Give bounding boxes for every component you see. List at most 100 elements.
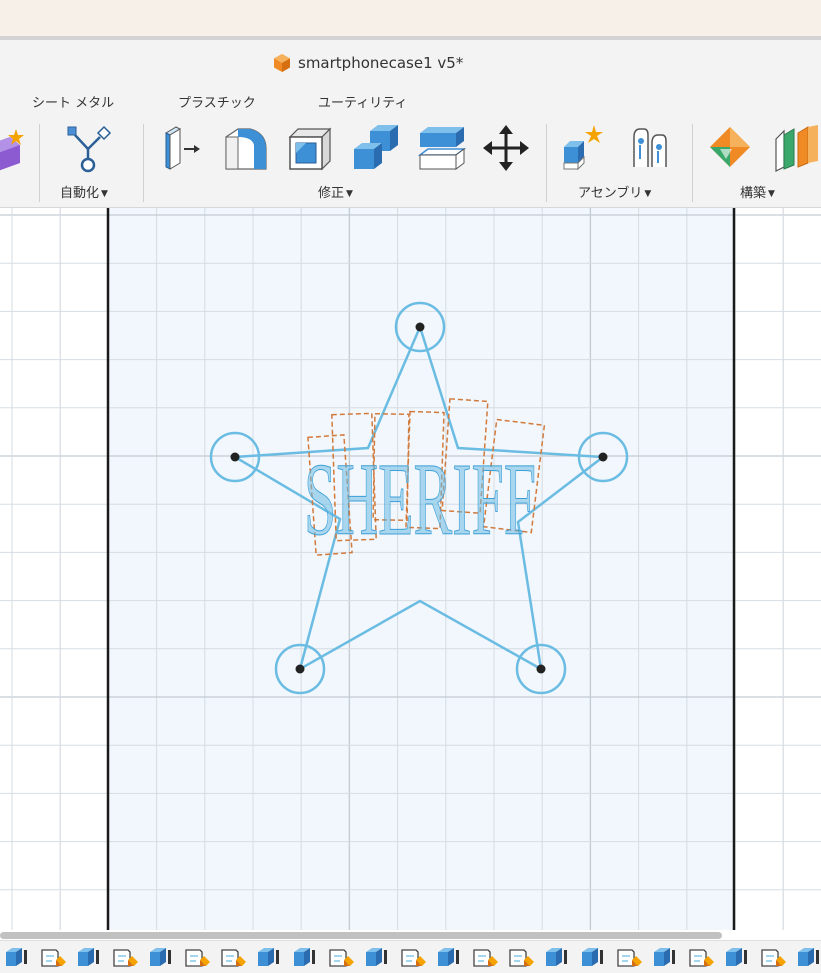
move-copy-icon: [483, 125, 529, 171]
shell-tool-button[interactable]: [286, 122, 334, 174]
extrude-feature-icon: [438, 948, 459, 966]
press-pull-icon: [164, 126, 200, 170]
timeline-sketch-feature[interactable]: [110, 944, 142, 970]
offset-face-tool-button[interactable]: [418, 122, 466, 174]
group-assemble[interactable]: アセンブリ ▼: [578, 182, 651, 201]
chevron-down-icon: ▼: [644, 188, 652, 199]
timeline-sketch-feature[interactable]: [182, 944, 214, 970]
scrollbar-thumb[interactable]: [0, 932, 722, 939]
timeline-body-feature[interactable]: [2, 944, 34, 970]
tab-plastic[interactable]: プラスチック: [178, 92, 256, 111]
fillet-tool-button[interactable]: [222, 122, 270, 174]
timeline-body-feature[interactable]: [794, 944, 821, 970]
extrude-feature-icon: [582, 948, 603, 966]
timeline-body-feature[interactable]: [542, 944, 574, 970]
sketch-point[interactable]: [598, 452, 608, 462]
sketch-feature-icon: [185, 949, 210, 967]
offset-face-icon: [418, 127, 466, 170]
extrude-feature-icon: [258, 948, 279, 966]
sketch-point[interactable]: [230, 452, 240, 462]
timeline-sketch-feature[interactable]: [506, 944, 538, 970]
extrude-feature-icon: [150, 948, 171, 966]
midplane-tool-button[interactable]: [772, 122, 820, 174]
extrude-feature-icon: [78, 948, 99, 966]
group-construct[interactable]: 構築 ▼: [740, 182, 775, 201]
timeline-body-feature[interactable]: [722, 944, 754, 970]
timeline-body-feature[interactable]: [74, 944, 106, 970]
sketch-feature-icon: [689, 949, 714, 967]
press-pull-tool-button[interactable]: [156, 122, 204, 174]
group-modify-label: 修正: [318, 186, 345, 201]
design-canvas[interactable]: SHERIFF: [0, 208, 821, 930]
sketch-feature-icon: [329, 949, 354, 967]
top-strip: [0, 0, 821, 36]
sketch-feature-icon: [509, 949, 534, 967]
sketch-feature-icon: [761, 949, 786, 967]
extrude-feature-icon: [726, 948, 747, 966]
tab-utility[interactable]: ユーティリティ: [318, 92, 407, 111]
sketch-point[interactable]: [415, 322, 425, 332]
extrude-feature-icon: [654, 948, 675, 966]
extrude-feature-icon: [6, 948, 27, 966]
timeline-body-feature[interactable]: [254, 944, 286, 970]
sketch-feature-icon: [473, 949, 498, 967]
combine-icon: [354, 125, 398, 169]
timeline-sketch-feature[interactable]: [38, 944, 70, 970]
ribbon-separator: [546, 124, 547, 202]
ribbon-separator: [39, 124, 40, 202]
new-component-tool-button[interactable]: [0, 122, 28, 174]
sketch-feature-icon: [221, 949, 246, 967]
group-automate[interactable]: 自動化 ▼: [60, 182, 108, 201]
sketch-feature-icon: [41, 949, 66, 967]
timeline-sketch-feature[interactable]: [218, 944, 250, 970]
chevron-down-icon: ▼: [346, 188, 353, 199]
tab-sheet-metal[interactable]: シート メタル: [32, 92, 114, 111]
chevron-down-icon: ▼: [101, 188, 108, 199]
extrude-feature-icon: [294, 948, 315, 966]
timeline-body-feature[interactable]: [650, 944, 682, 970]
profile-region[interactable]: [108, 208, 734, 930]
sketch-feature-icon: [617, 949, 642, 967]
move-copy-tool-button[interactable]: [482, 122, 530, 174]
joint-tool-button[interactable]: [626, 122, 674, 174]
sketch-feature-icon: [113, 949, 138, 967]
timeline-body-feature[interactable]: [290, 944, 322, 970]
timeline-body-feature[interactable]: [362, 944, 394, 970]
ribbon-separator: [692, 124, 693, 202]
offset-plane-tool-button[interactable]: [706, 122, 754, 174]
extrude-feature-icon: [366, 948, 387, 966]
new-component-assembly-icon: [563, 125, 603, 171]
title-bar: smartphonecase1 v5*: [0, 40, 821, 86]
sketch-feature-icon: [401, 949, 426, 967]
offset-plane-icon: [710, 127, 750, 167]
assembly-new-component-tool-button[interactable]: [560, 122, 608, 174]
automate-tool-button[interactable]: [66, 122, 114, 174]
timeline-sketch-feature[interactable]: [758, 944, 790, 970]
timeline-sketch-feature[interactable]: [686, 944, 718, 970]
new-component-icon: [0, 129, 24, 171]
sketch-point[interactable]: [536, 664, 546, 674]
group-automate-label: 自動化: [60, 186, 100, 201]
joint-icon: [633, 128, 667, 167]
sketch-text[interactable]: SHERIFF: [304, 442, 537, 558]
fillet-icon: [225, 128, 267, 170]
timeline-body-feature[interactable]: [434, 944, 466, 970]
document-cube-icon: [274, 54, 290, 72]
timeline-sketch-feature[interactable]: [398, 944, 430, 970]
group-construct-label: 構築: [740, 186, 767, 201]
midplane-icon: [775, 125, 818, 172]
timeline-sketch-feature[interactable]: [470, 944, 502, 970]
combine-tool-button[interactable]: [352, 122, 400, 174]
timeline-body-feature[interactable]: [146, 944, 178, 970]
extrude-feature-icon: [546, 948, 567, 966]
shell-icon: [288, 127, 332, 171]
timeline-sketch-feature[interactable]: [326, 944, 358, 970]
timeline-body-feature[interactable]: [578, 944, 610, 970]
timeline-sketch-feature[interactable]: [614, 944, 646, 970]
sketch-point[interactable]: [295, 664, 305, 674]
document-title-text: smartphonecase1 v5*: [298, 54, 464, 72]
group-assemble-label: アセンブリ: [578, 186, 643, 201]
horizontal-scrollbar[interactable]: [0, 930, 821, 940]
group-modify[interactable]: 修正 ▼: [318, 182, 353, 201]
automate-icon: [67, 125, 112, 173]
